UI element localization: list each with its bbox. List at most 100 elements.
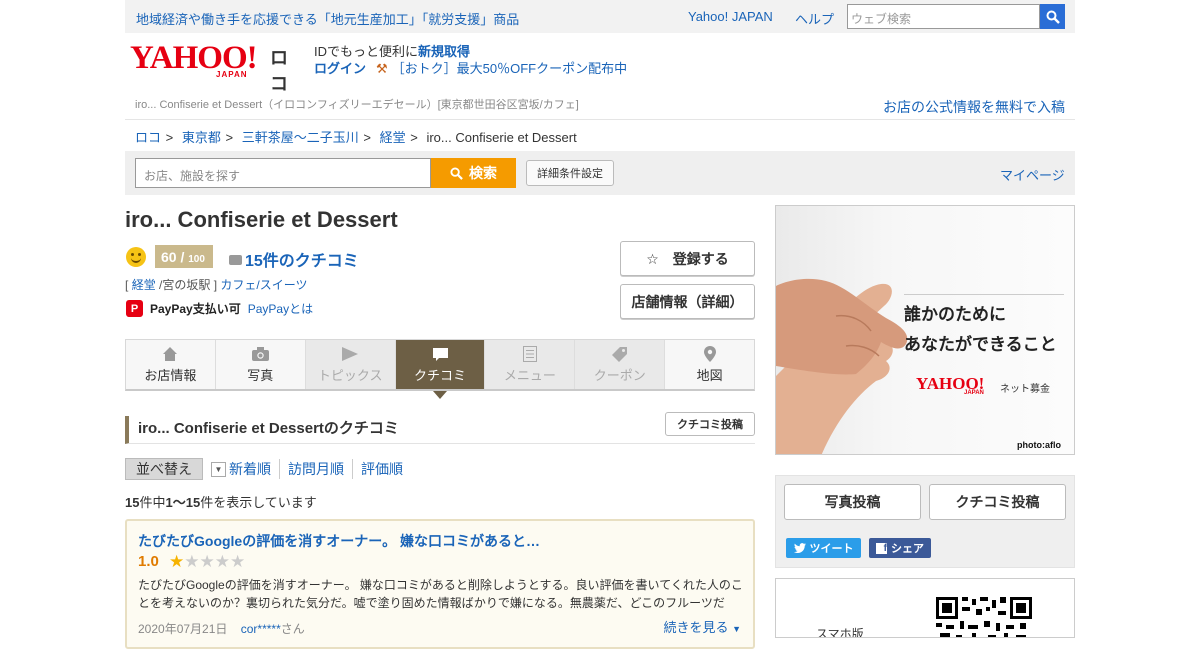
read-more-label: 続きを見る xyxy=(663,620,729,635)
tab-menu[interactable]: メニュー xyxy=(485,340,576,389)
photo-post-button[interactable]: 写真投稿 xyxy=(784,484,921,520)
tab-label: クーポン xyxy=(593,368,646,383)
logo-loco-text: ロコ xyxy=(270,48,288,94)
shop-search-button[interactable]: 検索 xyxy=(431,158,516,188)
breadcrumb-item-loco[interactable]: ロコ xyxy=(135,130,161,145)
smile-icon xyxy=(126,247,146,267)
qr-box: スマホ版 xyxy=(775,578,1075,638)
station-link[interactable]: 経堂 xyxy=(132,278,156,292)
side-actions: 写真投稿 クチコミ投稿 ツイート f シェア xyxy=(775,475,1075,568)
paypay-label: PayPay支払い可 xyxy=(150,302,241,316)
tab-label: 地図 xyxy=(696,368,723,383)
breadcrumb-sep: > xyxy=(225,130,234,145)
breadcrumb-sep: > xyxy=(410,130,418,145)
breadcrumb-item-current: iro... Confiserie et Dessert xyxy=(426,130,577,145)
score-badge: 60 / 100 xyxy=(155,245,213,268)
comment-icon xyxy=(396,346,485,362)
chevron-down-icon[interactable]: ▼ xyxy=(211,461,226,477)
divider xyxy=(125,119,1075,120)
share-label: シェア xyxy=(891,543,924,555)
ad-banner[interactable]: 誰かのために あなたができること YAHOO! JAPAN ネット募金 phot… xyxy=(775,205,1075,455)
tab-label: メニュー xyxy=(503,368,556,383)
paypay-icon: P xyxy=(126,300,143,317)
review-count-link[interactable]: 15件のクチコミ xyxy=(229,247,359,271)
tab-reviews[interactable]: クチコミ xyxy=(395,340,486,399)
promo-link[interactable]: 地域経済や働き手を応援できる「地元生産加工」「就労支援」商品 xyxy=(136,9,519,28)
tab-shop-info[interactable]: お店情報 xyxy=(126,340,216,389)
search-icon xyxy=(450,166,463,180)
score-max: 100 xyxy=(188,254,205,265)
breadcrumb-item-station[interactable]: 経堂 xyxy=(380,130,406,145)
shop-search-input[interactable]: お店、施設を探す xyxy=(135,158,431,188)
paypay-about-link[interactable]: PayPayとは xyxy=(248,300,313,317)
signup-link[interactable]: 新規取得 xyxy=(418,44,470,59)
star-icon: ★ xyxy=(230,552,246,571)
review-rating: 1.0 xyxy=(138,553,159,570)
logo-japan-text: JAPAN xyxy=(216,70,248,79)
sort-option-visit-month[interactable]: 訪問月順 xyxy=(280,459,353,479)
ad-brand-sub: JAPAN xyxy=(964,390,984,396)
side-review-post-button[interactable]: クチコミ投稿 xyxy=(929,484,1066,520)
sort-option-rating[interactable]: 評価順 xyxy=(353,459,411,479)
coupon-link[interactable]: ［おトク］最大50％OFFクーポン配布中 xyxy=(392,61,627,76)
free-info-link[interactable]: お店の公式情報を無料で入稿 xyxy=(883,97,1065,117)
mypage-link[interactable]: マイページ xyxy=(1000,165,1065,184)
read-more-link[interactable]: 続きを見る ▼ xyxy=(663,617,741,636)
breadcrumb-item-tokyo[interactable]: 東京都 xyxy=(182,130,221,145)
facebook-icon: f xyxy=(876,542,887,554)
reviews-section-title: iro... Confiserie et Dessertのクチコミ xyxy=(138,420,399,437)
review-body: たびたびGoogleの評価を消すオーナー。 嫌な口コミがあると削除しようとする。… xyxy=(138,578,743,610)
top-bar: 地域経済や働き手を応援できる「地元生産加工」「就労支援」商品 Yahoo! JA… xyxy=(125,0,1075,33)
category-link[interactable]: カフェ/スイーツ xyxy=(220,278,307,292)
twitter-icon xyxy=(793,543,806,553)
tab-photos[interactable]: 写真 xyxy=(215,340,306,389)
sort-option-newest[interactable]: 新着順 xyxy=(229,459,280,479)
review-title-link[interactable]: たびたびGoogleの評価を消すオーナー。 嫌な口コミがあると… xyxy=(138,531,540,551)
web-search-button[interactable] xyxy=(1040,4,1065,29)
help-link[interactable]: ヘルプ xyxy=(795,9,834,28)
share-button[interactable]: f シェア xyxy=(869,538,931,558)
ad-service-name: ネット募金 xyxy=(1000,384,1050,395)
ad-headline-1: 誰かのために xyxy=(904,305,1006,325)
yahoo-loco-logo[interactable]: YAHOO! JAPAN ロコ xyxy=(130,40,302,94)
flag-icon xyxy=(306,346,395,362)
count-prefix: 件中 xyxy=(139,495,166,510)
post-review-button[interactable]: クチコミ投稿 xyxy=(665,412,755,436)
tweet-button[interactable]: ツイート xyxy=(786,538,861,558)
sort-bar: 並べ替え ▼ 新着順 訪問月順 評価順 xyxy=(125,458,411,480)
id-text: IDでもっと便利に xyxy=(314,44,419,59)
sort-label: 並べ替え xyxy=(125,458,203,480)
tab-label: 写真 xyxy=(247,368,274,383)
id-box: IDでもっと便利に新規取得 ログイン ⚒ ［おトク］最大50％OFFクーポン配布中 xyxy=(314,43,627,77)
comment-icon xyxy=(229,255,242,265)
tab-label: クチコミ xyxy=(414,368,467,383)
count-range: 1～15 xyxy=(165,495,201,510)
breadcrumb-sep: > xyxy=(363,130,371,145)
review-user-link[interactable]: cor***** xyxy=(241,622,281,636)
tab-topics[interactable]: トピックス xyxy=(305,340,396,389)
register-button[interactable]: ☆ 登録する xyxy=(620,241,755,276)
review-user-suffix: さん xyxy=(280,622,305,636)
cat-open: [ xyxy=(125,278,129,292)
breadcrumb: ロコ > 東京都 > 三軒茶屋～二子玉川 > 経堂 > iro... Confi… xyxy=(135,127,581,146)
tweet-label: ツイート xyxy=(809,543,854,555)
home-icon xyxy=(126,346,215,362)
yahoo-japan-link[interactable]: Yahoo! JAPAN xyxy=(688,9,773,24)
login-link[interactable]: ログイン xyxy=(314,61,366,76)
map-pin-icon xyxy=(665,346,754,362)
breadcrumb-sep: > xyxy=(165,130,174,145)
shop-info-button[interactable]: 店舗情報（詳細） xyxy=(620,284,755,319)
advanced-search-button[interactable]: 詳細条件設定 xyxy=(526,160,614,186)
tab-coupon[interactable]: クーポン xyxy=(575,340,666,389)
qr-text: スマホ版 xyxy=(816,627,864,638)
web-search-input[interactable]: ウェブ検索 xyxy=(847,4,1040,29)
search-icon xyxy=(1046,10,1060,24)
qr-code-icon xyxy=(936,597,1032,637)
breadcrumb-item-area[interactable]: 三軒茶屋～二子玉川 xyxy=(242,130,359,145)
menu-icon xyxy=(485,346,574,362)
score-sep: / xyxy=(180,249,185,265)
shop-search-bar: お店、施設を探す 検索 詳細条件設定 マイページ xyxy=(125,151,1075,195)
tab-map[interactable]: 地図 xyxy=(665,340,755,389)
count-suffix: 件を表示しています xyxy=(200,495,317,510)
tab-label: トピックス xyxy=(317,368,383,383)
